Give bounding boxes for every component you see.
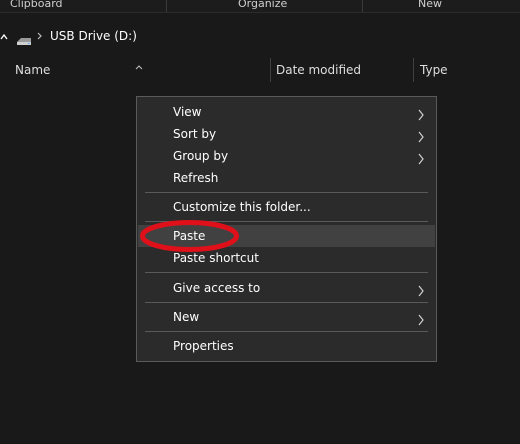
menu-item-view[interactable]: View [138,101,435,123]
ribbon-group-bar: Clipboard Organize New [0,0,520,13]
column-header-name[interactable]: Name [15,63,50,77]
menu-item-give-access-to[interactable]: Give access to [138,277,435,299]
menu-item-customize-folder[interactable]: Customize this folder... [138,196,435,218]
menu-item-new[interactable]: New [138,306,435,328]
menu-item-refresh[interactable]: Refresh [138,167,435,189]
usb-drive-icon [16,31,32,50]
column-divider[interactable] [270,58,271,82]
up-arrow-icon[interactable] [0,26,8,46]
column-divider[interactable] [413,58,414,82]
chevron-up-icon [134,56,144,75]
menu-item-group-by[interactable]: Group by [138,145,435,167]
menu-item-label: Refresh [173,171,219,185]
breadcrumb-chevron-icon[interactable] [36,27,44,50]
menu-item-sort-by[interactable]: Sort by [138,123,435,145]
menu-separator [145,331,428,332]
menu-item-label: Paste shortcut [173,251,259,265]
ribbon-group-clipboard: Clipboard [10,0,63,10]
address-bar[interactable]: USB Drive (D:) [0,22,520,50]
column-header-date-modified[interactable]: Date modified [276,63,361,77]
column-header-row: Name Date modified Type [0,56,520,84]
menu-item-label: New [173,310,200,324]
menu-item-label: Group by [173,149,229,163]
ribbon-divider [166,0,167,12]
menu-item-label: Properties [173,339,234,353]
menu-item-label: View [173,105,202,119]
menu-separator [145,192,428,193]
annotation-circle [140,220,239,252]
menu-item-properties[interactable]: Properties [138,335,435,357]
menu-item-label: Give access to [173,281,261,295]
chevron-right-icon [417,311,425,330]
menu-separator [145,272,428,273]
ribbon-divider [362,0,363,12]
ribbon-group-organize: Organize [238,0,288,10]
ribbon-group-new: New [418,0,442,10]
menu-item-label: Customize this folder... [173,200,311,214]
menu-item-label: Sort by [173,127,217,141]
menu-separator [145,302,428,303]
chevron-right-icon [417,282,425,301]
column-header-type[interactable]: Type [420,63,448,77]
breadcrumb-usb-drive[interactable]: USB Drive (D:) [50,27,137,45]
